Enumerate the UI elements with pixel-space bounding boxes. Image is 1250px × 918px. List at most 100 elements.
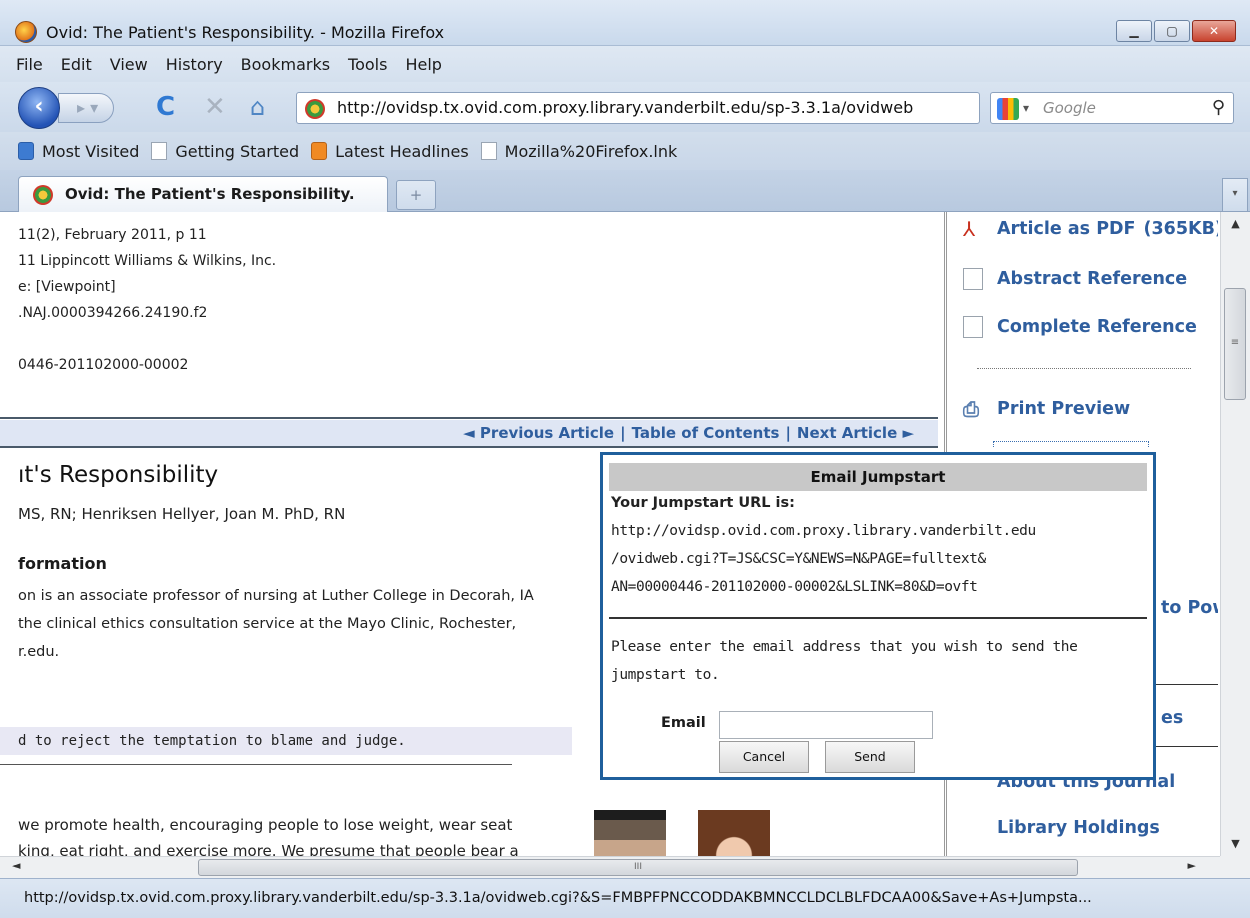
bookmark-latest-headlines[interactable]: Latest Headlines [311,142,469,161]
bookmark-most-visited[interactable]: Most Visited [18,142,139,161]
email-input[interactable] [719,711,933,739]
menu-tools[interactable]: Tools [348,55,387,74]
menu-history[interactable]: History [166,55,223,74]
window-titlebar: Ovid: The Patient's Responsibility. - Mo… [0,0,1250,46]
horizontal-scroll-thumb[interactable]: III [198,859,1078,876]
minimize-button[interactable]: ▁ [1116,20,1152,42]
bookmark-label: Getting Started [175,141,300,161]
scroll-down-arrow-icon[interactable]: ▼ [1221,832,1250,856]
scroll-left-arrow-icon[interactable]: ◄ [12,859,20,872]
author-information-text: on is an associate professor of nursing … [18,582,534,666]
page-icon [480,142,497,160]
link-label: Article as PDF [997,219,1136,239]
divider [977,368,1191,369]
horizontal-scrollbar[interactable]: ◄ III ► [0,856,1220,878]
article-title: ıt's Responsibility [18,462,219,488]
meta-spacer [18,326,276,352]
list-all-tabs-button[interactable]: ▾ [1222,178,1248,212]
bookmark-label: Mozilla%20Firefox.lnk [504,141,678,161]
close-window-button[interactable]: ✕ [1192,20,1236,42]
search-magnifier-icon[interactable]: ⚲ [1212,97,1225,118]
print-preview-link[interactable]: ⎙ Print Preview [963,398,1130,420]
scroll-right-arrow-icon[interactable]: ► [1188,859,1196,872]
forward-button[interactable]: ▸ ▾ [58,93,114,123]
article-authors: MS, RN; Henriksen Hellyer, Joan M. PhD, … [18,505,346,523]
email-jumpstart-dialog: Email Jumpstart Your Jumpstart URL is: h… [600,452,1156,780]
vertical-scroll-thumb[interactable]: ≡ [1224,288,1246,400]
email-prompt-line: Please enter the email address that you … [611,639,1078,655]
previous-article-link[interactable]: ◄ Previous Article [463,424,614,442]
tab-favicon-icon [33,185,53,205]
link-label: Library Holdings [997,818,1160,838]
window-title: Ovid: The Patient's Responsibility. - Mo… [46,23,445,42]
home-icon[interactable]: ⌂ [250,94,265,120]
text-line: the clinical ethics consultation service… [18,616,517,632]
scroll-up-arrow-icon[interactable]: ▲ [1221,212,1250,236]
article-type-line: e: [Viewpoint] [18,279,116,295]
dialog-title: Email Jumpstart [609,463,1147,491]
send-button[interactable]: Send [825,741,915,773]
nav-separator: | [785,424,791,442]
new-tab-button[interactable]: + [396,180,436,210]
divider [609,617,1147,619]
nav-separator: | [620,424,626,442]
bookmarks-toolbar: Most Visited Getting Started Latest Head… [0,132,1250,170]
vertical-scrollbar[interactable]: ▲ ≡ ▼ [1220,212,1250,856]
bookmark-getting-started[interactable]: Getting Started [151,142,299,161]
text-line: on is an associate professor of nursing … [18,588,534,604]
document-lines-icon [963,316,983,338]
rss-feed-icon [311,142,328,160]
maximize-button[interactable]: ▢ [1154,20,1190,42]
firefox-logo-icon [15,21,37,43]
accession-number-line: 0446-201102000-00002 [18,357,189,373]
menu-bookmarks[interactable]: Bookmarks [241,55,330,74]
stop-icon[interactable]: ✕ [204,94,226,120]
bookmark-mozilla-firefox-lnk[interactable]: Mozilla%20Firefox.lnk [480,141,678,161]
search-engine-icon[interactable] [997,98,1019,120]
author-photo [594,810,666,856]
search-placeholder[interactable]: Google [1043,99,1096,117]
most-visited-icon [18,142,34,160]
menu-file[interactable]: File [16,55,43,74]
menu-bar: File Edit View History Bookmarks Tools H… [0,46,1250,82]
back-button[interactable]: ‹ [18,87,60,129]
menu-help[interactable]: Help [405,55,441,74]
sidebar-link-partial[interactable]: es [1161,708,1183,728]
article-navigation: ◄ Previous Article | Table of Contents | Nex… [0,420,938,448]
abstract-reference-link[interactable]: Abstract Reference [963,268,1187,290]
search-box[interactable]: ▾ Google ⚲ [990,92,1234,124]
article-as-pdf-link[interactable]: ⅄ Article as PDF (365KB) [963,218,1218,240]
address-bar[interactable]: http://ovidsp.tx.ovid.com.proxy.library.… [296,92,1225,124]
text-line: we promote health, encouraging people to… [18,816,513,834]
jumpstart-url-line: /ovidweb.cgi?T=JS&CSC=Y&NEWS=N&PAGE=full… [611,551,986,567]
window-controls: ▁ ▢ ✕ [1116,20,1236,42]
cancel-button[interactable]: Cancel [719,741,809,773]
export-to-powerpoint-link[interactable]: to Pow [1161,598,1218,618]
printer-icon: ⎙ [963,398,983,420]
menu-view[interactable]: View [110,55,148,74]
link-label: Print Preview [997,399,1131,419]
page-icon [151,142,168,160]
author-photo [698,810,770,856]
doi-line: .NAJ.0000394266.24190.f2 [18,305,208,321]
status-bar: http://ovidsp.tx.ovid.com.proxy.library.… [0,878,1250,918]
complete-reference-link[interactable]: Complete Reference [963,316,1197,338]
tab-ovid-article[interactable]: Ovid: The Patient's Responsibility. [18,176,388,212]
address-bar-url[interactable]: http://ovidsp.tx.ovid.com.proxy.library.… [337,98,913,117]
copyright-line: 11 Lippincott Williams & Wilkins, Inc. [18,253,277,269]
bookmark-label: Most Visited [42,141,140,161]
bookmark-label: Latest Headlines [335,141,469,161]
tab-label: Ovid: The Patient's Responsibility. [65,185,355,203]
navigation-toolbar: ▸ ▾ ‹ C ✕ ⌂ http://ovidsp.tx.ovid.com.pr… [0,82,1250,132]
search-engine-dropdown-icon[interactable]: ▾ [1023,101,1029,115]
jumpstart-url-line: AN=00000446-201102000-00002&LSLINK=80&D=… [611,579,978,595]
table-of-contents-link[interactable]: Table of Contents [632,424,780,442]
divider [0,417,938,419]
divider [0,764,512,765]
reload-icon[interactable]: C [156,94,175,120]
menu-edit[interactable]: Edit [61,55,92,74]
library-holdings-link[interactable]: Library Holdings [997,818,1160,838]
tab-bar: Ovid: The Patient's Responsibility. + ▾ [0,170,1250,212]
next-article-link[interactable]: Next Article ► [797,424,914,442]
site-identity-icon[interactable] [305,99,325,119]
